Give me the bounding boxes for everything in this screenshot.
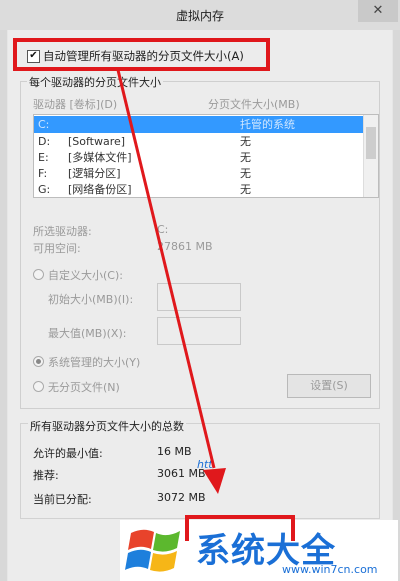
watermark-url: www.win7cn.com	[282, 563, 378, 576]
annotation-arrow	[116, 69, 226, 494]
arrow-shaft	[116, 69, 216, 469]
arrow-head	[203, 468, 226, 494]
windows-logo-icon	[125, 529, 180, 572]
